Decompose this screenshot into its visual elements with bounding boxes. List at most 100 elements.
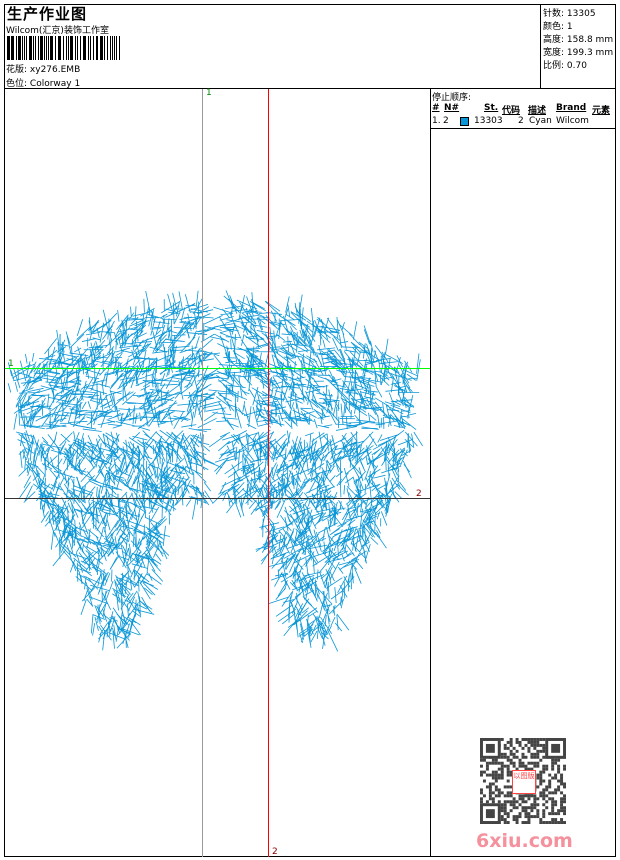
stitch-line (139, 338, 149, 345)
stitch-line (76, 390, 98, 394)
stitch-line (54, 431, 58, 443)
stitch-line (54, 532, 59, 542)
stitch-line (19, 481, 31, 498)
stitch-line (215, 459, 228, 475)
stitch-line (153, 321, 170, 325)
stitch-line (354, 567, 362, 584)
stitch-line (248, 388, 256, 399)
stitch-line (19, 451, 23, 468)
stitch-line (76, 326, 91, 340)
stitch-line (339, 341, 349, 344)
stitch-line (98, 331, 115, 333)
stitch-line (330, 522, 347, 535)
stitch-line (135, 599, 137, 617)
stitch-line (313, 418, 318, 429)
stitch-line (325, 393, 328, 407)
stitch-line (395, 357, 401, 374)
stitch-line (136, 604, 140, 614)
stitch-line (192, 498, 197, 520)
stitch-line (391, 429, 405, 440)
stitch-line (146, 573, 162, 585)
stitch-line (168, 409, 186, 413)
stitch-line (337, 529, 343, 543)
stitch-line (332, 337, 339, 352)
stitch-line (31, 468, 46, 485)
stitch-line (82, 504, 88, 511)
stitch-line (221, 417, 238, 420)
stitch-line (195, 290, 199, 308)
stitch-line (225, 290, 234, 309)
stitch-line (42, 443, 63, 449)
stitch-line (257, 449, 259, 467)
stitch-line (287, 484, 295, 497)
stitch-line (131, 339, 134, 351)
stitch-line (185, 499, 192, 507)
stitch-line (243, 404, 250, 422)
stitch-line (89, 355, 102, 366)
stitch-line (265, 314, 278, 330)
stitch-line (124, 577, 128, 595)
stitch-line (285, 528, 295, 548)
stitch-line (263, 380, 276, 383)
stitch-line (339, 481, 342, 498)
stitch-line (279, 318, 301, 322)
stitch-line (270, 310, 278, 322)
stitch-line (318, 600, 324, 619)
stitch-line (74, 347, 82, 353)
stitch-line (50, 530, 54, 550)
stitch-line (159, 545, 170, 556)
stitch-line (117, 493, 120, 509)
stitch-line (132, 435, 148, 441)
stitch-line (126, 603, 129, 617)
stitch-line (373, 474, 386, 479)
stitch-line (162, 319, 165, 328)
stitch-line (341, 553, 345, 562)
stitch-line (284, 517, 289, 532)
guide-label-v1: 1 (206, 88, 212, 98)
stitch-line (157, 422, 166, 425)
stitch-line (219, 432, 231, 438)
stitch-line (277, 580, 288, 597)
stitch-line (96, 486, 98, 497)
stitch-line (363, 329, 371, 345)
stitch-line (129, 462, 143, 472)
stitch-line (112, 424, 123, 429)
stitch-line (199, 373, 210, 393)
stitch-line (238, 374, 258, 378)
stitch-line (178, 379, 184, 400)
stitch-line (212, 490, 226, 504)
stitch-line (269, 431, 274, 440)
stitch-line (365, 455, 369, 465)
stitch-line (387, 409, 399, 412)
stitch-line (265, 300, 281, 312)
stitch-line (77, 572, 92, 583)
stitch-line (323, 424, 333, 427)
stitch-line (39, 496, 45, 518)
stitch-line (276, 497, 287, 519)
stitch-line (225, 336, 241, 339)
stitch-line (24, 456, 27, 470)
stitch-line (361, 523, 364, 538)
stitch-line (153, 342, 160, 350)
stitch-line (220, 404, 227, 422)
stitch-line (340, 596, 342, 606)
stitch-line (122, 442, 140, 457)
stitch-line (90, 614, 94, 634)
stitch-line (330, 616, 336, 627)
stitch-line (206, 323, 226, 330)
stitch-line (379, 434, 400, 441)
stitch-line (197, 441, 210, 445)
stitch-line (325, 461, 328, 475)
guide-label-v2: 2 (272, 847, 278, 857)
stitch-line (237, 390, 239, 402)
stitch-line (267, 596, 289, 605)
stitch-line (380, 417, 383, 428)
stitch-line (390, 377, 394, 393)
stitch-line (341, 321, 345, 331)
stitch-line (125, 632, 127, 648)
stitch-line (267, 412, 287, 415)
stitch-line (202, 445, 211, 452)
stitch-line (108, 632, 125, 640)
stitch-line (178, 291, 183, 310)
stitch-line (343, 401, 346, 417)
